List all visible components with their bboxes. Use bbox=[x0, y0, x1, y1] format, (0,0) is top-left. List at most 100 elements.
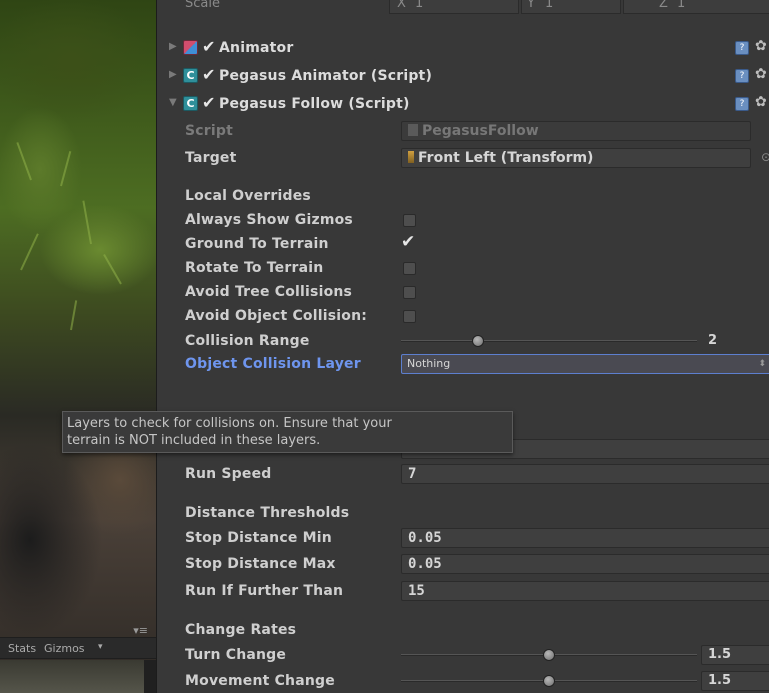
gear-icon[interactable]: ✿ bbox=[755, 38, 767, 54]
collision-range-value[interactable]: 2 bbox=[701, 331, 769, 351]
run-speed-row: Run Speed 7 bbox=[157, 462, 769, 486]
change-rates-header: Change Rates bbox=[185, 622, 297, 638]
help-icon[interactable]: ? bbox=[735, 69, 749, 83]
movement-change-slider-knob[interactable] bbox=[543, 675, 555, 687]
gear-icon[interactable]: ✿ bbox=[755, 66, 767, 82]
grass-blade bbox=[20, 233, 39, 271]
grass-blade bbox=[60, 150, 72, 187]
object-collision-layer-dropdown[interactable]: Nothing ⬍ bbox=[401, 354, 769, 374]
dropdown-arrow-icon: ⬍ bbox=[758, 359, 766, 369]
local-overrides-header: Local Overrides bbox=[185, 188, 311, 204]
collision-range-slider-knob[interactable] bbox=[471, 335, 484, 347]
script-label: Script bbox=[185, 123, 233, 139]
foldout-arrow-icon[interactable]: ▼ bbox=[169, 97, 177, 108]
collision-range-slider-track[interactable] bbox=[401, 340, 697, 342]
avoid-object-collisions-row: Avoid Object Collision: bbox=[157, 304, 769, 328]
scale-x-field[interactable] bbox=[389, 0, 519, 14]
turn-change-value[interactable]: 1.5 bbox=[701, 645, 769, 665]
stop-distance-max-row: Stop Distance Max 0.05 bbox=[157, 552, 769, 576]
help-icon[interactable]: ? bbox=[735, 97, 749, 111]
chevron-down-icon[interactable]: ▾ bbox=[98, 642, 103, 652]
stop-distance-min-row: Stop Distance Min 0.05 bbox=[157, 526, 769, 550]
ground-to-terrain-checkbox[interactable]: ✔ bbox=[401, 232, 415, 252]
panel-divider[interactable] bbox=[144, 660, 156, 693]
gizmos-button[interactable]: Gizmos bbox=[44, 642, 85, 655]
avoid-object-collisions-checkbox[interactable] bbox=[403, 310, 416, 323]
run-if-further-than-row: Run If Further Than 15 bbox=[157, 579, 769, 603]
object-collision-layer-label: Object Collision Layer bbox=[185, 356, 361, 372]
grass-blade bbox=[103, 254, 122, 285]
stop-distance-max-field[interactable]: 0.05 bbox=[401, 554, 769, 574]
target-value: Front Left (Transform) bbox=[418, 150, 594, 166]
tooltip-line-2: terrain is NOT included in these layers. bbox=[67, 433, 321, 448]
component-enabled-checkbox[interactable]: ✔ bbox=[202, 65, 215, 84]
component-enabled-checkbox[interactable]: ✔ bbox=[202, 37, 215, 56]
collision-range-label: Collision Range bbox=[185, 333, 310, 349]
component-enabled-checkbox[interactable]: ✔ bbox=[202, 93, 215, 112]
movement-change-label: Movement Change bbox=[185, 673, 335, 689]
script-icon: C bbox=[183, 68, 198, 83]
avoid-tree-collisions-row: Avoid Tree Collisions bbox=[157, 280, 769, 304]
component-title: Pegasus Animator (Script) bbox=[219, 68, 433, 84]
script-value: PegasusFollow bbox=[422, 123, 539, 139]
scale-z-label: Z bbox=[659, 0, 668, 11]
transform-icon bbox=[408, 151, 414, 163]
avoid-tree-collisions-label: Avoid Tree Collisions bbox=[185, 284, 353, 300]
script-icon: C bbox=[183, 96, 198, 111]
target-label: Target bbox=[185, 150, 237, 166]
pegasus-follow-component-header[interactable]: ▼ C ✔ Pegasus Follow (Script) ? ✿ bbox=[157, 92, 769, 116]
tooltip: Layers to check for collisions on. Ensur… bbox=[62, 411, 513, 453]
scale-row: Scale X 1 Y 1 Z 1 bbox=[157, 0, 769, 18]
scale-y-field[interactable] bbox=[521, 0, 621, 14]
avoid-tree-collisions-checkbox[interactable] bbox=[403, 286, 416, 299]
foldout-arrow-icon[interactable]: ▶ bbox=[169, 41, 177, 52]
grass-blade bbox=[82, 200, 92, 245]
target-row: Target Front Left (Transform) ⊙ bbox=[157, 146, 769, 170]
rotate-to-terrain-checkbox[interactable] bbox=[403, 262, 416, 275]
scene-view[interactable] bbox=[0, 0, 156, 693]
turn-change-slider-knob[interactable] bbox=[543, 649, 555, 661]
target-field[interactable]: Front Left (Transform) bbox=[401, 148, 751, 168]
scale-label: Scale bbox=[185, 0, 220, 11]
distance-thresholds-header: Distance Thresholds bbox=[185, 505, 350, 521]
scale-z-field[interactable] bbox=[623, 0, 769, 14]
animator-component-header[interactable]: ▶ ✔ Animator ? ✿ bbox=[157, 36, 769, 60]
always-show-gizmos-checkbox[interactable] bbox=[403, 214, 416, 227]
ground-to-terrain-row: Ground To Terrain ✔ bbox=[157, 232, 769, 256]
stop-distance-min-field[interactable]: 0.05 bbox=[401, 528, 769, 548]
stop-distance-max-label: Stop Distance Max bbox=[185, 556, 336, 572]
scale-y-value: 1 bbox=[545, 0, 554, 11]
rotate-to-terrain-row: Rotate To Terrain bbox=[157, 256, 769, 280]
script-field: PegasusFollow bbox=[401, 121, 751, 141]
tooltip-line-1: Layers to check for collisions on. Ensur… bbox=[67, 416, 392, 431]
turn-change-row: Turn Change 1.5 bbox=[157, 643, 769, 667]
stats-button[interactable]: Stats bbox=[8, 642, 36, 655]
stop-distance-min-label: Stop Distance Min bbox=[185, 530, 332, 546]
help-icon[interactable]: ? bbox=[735, 41, 749, 55]
object-picker-icon[interactable]: ⊙ bbox=[761, 150, 769, 164]
animator-icon bbox=[183, 40, 198, 55]
always-show-gizmos-row: Always Show Gizmos bbox=[157, 208, 769, 232]
menu-icon[interactable]: ▾≡ bbox=[133, 624, 148, 637]
run-if-further-than-field[interactable]: 15 bbox=[401, 581, 769, 601]
always-show-gizmos-label: Always Show Gizmos bbox=[185, 212, 353, 228]
gear-icon[interactable]: ✿ bbox=[755, 94, 767, 110]
run-speed-field[interactable]: 7 bbox=[401, 464, 769, 484]
foldout-arrow-icon[interactable]: ▶ bbox=[169, 69, 177, 80]
object-collision-layer-row: Object Collision Layer Nothing ⬍ bbox=[157, 352, 769, 376]
scale-x-label: X bbox=[397, 0, 406, 11]
component-title: Pegasus Follow (Script) bbox=[219, 96, 410, 112]
scale-x-value: 1 bbox=[415, 0, 424, 11]
run-speed-label: Run Speed bbox=[185, 466, 272, 482]
scene-toolbar: ▾≡ Stats Gizmos ▾ bbox=[0, 624, 156, 659]
dropdown-value: Nothing bbox=[407, 357, 451, 370]
collision-range-row: Collision Range 2 bbox=[157, 329, 769, 353]
pegasus-animator-component-header[interactable]: ▶ C ✔ Pegasus Animator (Script) ? ✿ bbox=[157, 64, 769, 88]
avoid-object-collisions-label: Avoid Object Collision: bbox=[185, 308, 368, 324]
scene-view-lower bbox=[0, 660, 156, 693]
movement-change-value[interactable]: 1.5 bbox=[701, 671, 769, 691]
run-if-further-than-label: Run If Further Than bbox=[185, 583, 344, 599]
scale-y-label: Y bbox=[527, 0, 535, 11]
movement-change-row: Movement Change 1.5 bbox=[157, 669, 769, 693]
turn-change-label: Turn Change bbox=[185, 647, 287, 663]
